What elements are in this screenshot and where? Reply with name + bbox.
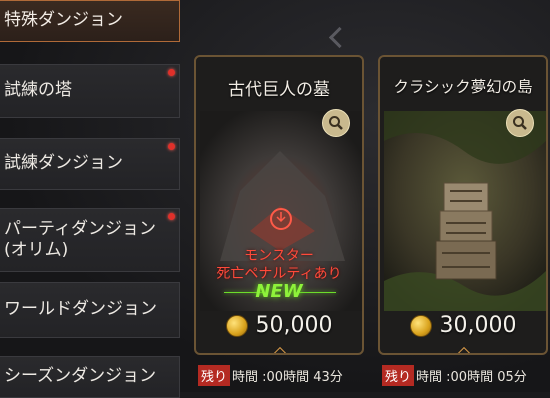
notification-badge xyxy=(168,143,175,150)
coin-icon xyxy=(225,314,248,337)
new-label: NEW xyxy=(255,281,303,302)
sidebar-item-label: シーズンダンジョン xyxy=(4,366,157,387)
dungeon-card-classic-dream-island[interactable]: クラシック夢幻の島 30,000 xyxy=(378,55,548,355)
diamond-ornament xyxy=(456,346,472,353)
search-icon[interactable] xyxy=(506,109,534,137)
remaining-time: 残り 時間 :00時間 43分 xyxy=(198,364,343,386)
card-title: クラシック夢幻の島 xyxy=(393,78,533,96)
remaining-time-text: 時間 :00時間 05分 xyxy=(416,369,527,385)
sidebar-item-label: パーティダンジョン (オリム) xyxy=(4,218,156,260)
dungeon-artwork xyxy=(384,111,546,311)
remaining-tag: 残り xyxy=(382,364,415,386)
sidebar-item-label: 試練の塔 xyxy=(4,80,72,101)
card-title: 古代巨人の墓 xyxy=(228,80,330,100)
sidebar-item-label: 試練ダンジョン xyxy=(4,153,123,174)
cost-value: 50,000 xyxy=(255,313,333,338)
sidebar-item-special-dungeon[interactable]: 特殊ダンジョン xyxy=(0,0,180,42)
sidebar-item-trial-dungeon[interactable]: 試練ダンジョン xyxy=(0,138,180,190)
sidebar-item-label: 特殊ダンジョン xyxy=(4,10,123,31)
remaining-time-text: 時間 :00時間 43分 xyxy=(232,369,343,385)
sidebar-item-world-dungeon[interactable]: ワールドダンジョン xyxy=(0,282,180,338)
sidebar-item-label: ワールドダンジョン xyxy=(4,299,157,320)
diamond-ornament xyxy=(272,346,288,353)
sidebar-item-trial-tower[interactable]: 試練の塔 xyxy=(0,64,180,118)
dungeon-category-sidebar: 特殊ダンジョン 試練の塔 試練ダンジョン パーティダンジョン (オリム) ワール… xyxy=(0,0,185,398)
remaining-tag: 残り xyxy=(198,364,231,386)
remaining-time: 残り 時間 :00時間 05分 xyxy=(382,364,527,386)
divider xyxy=(208,353,350,354)
monster-death-penalty-warning: モンスター 死亡ペナルティあり xyxy=(216,248,342,282)
search-icon[interactable] xyxy=(322,109,350,137)
cost: 30,000 xyxy=(380,313,546,338)
cost: 50,000 xyxy=(196,313,362,338)
cost-value: 30,000 xyxy=(439,313,517,338)
sidebar-item-party-dungeon[interactable]: パーティダンジョン (オリム) xyxy=(0,208,180,272)
divider xyxy=(392,353,534,354)
dungeon-card-ancient-giant-tomb[interactable]: 古代巨人の墓 モンスター 死亡ペナルティあり NEW 50,000 xyxy=(194,55,364,355)
coin-icon xyxy=(409,314,432,337)
notification-badge xyxy=(168,213,175,220)
notification-badge xyxy=(168,69,175,76)
